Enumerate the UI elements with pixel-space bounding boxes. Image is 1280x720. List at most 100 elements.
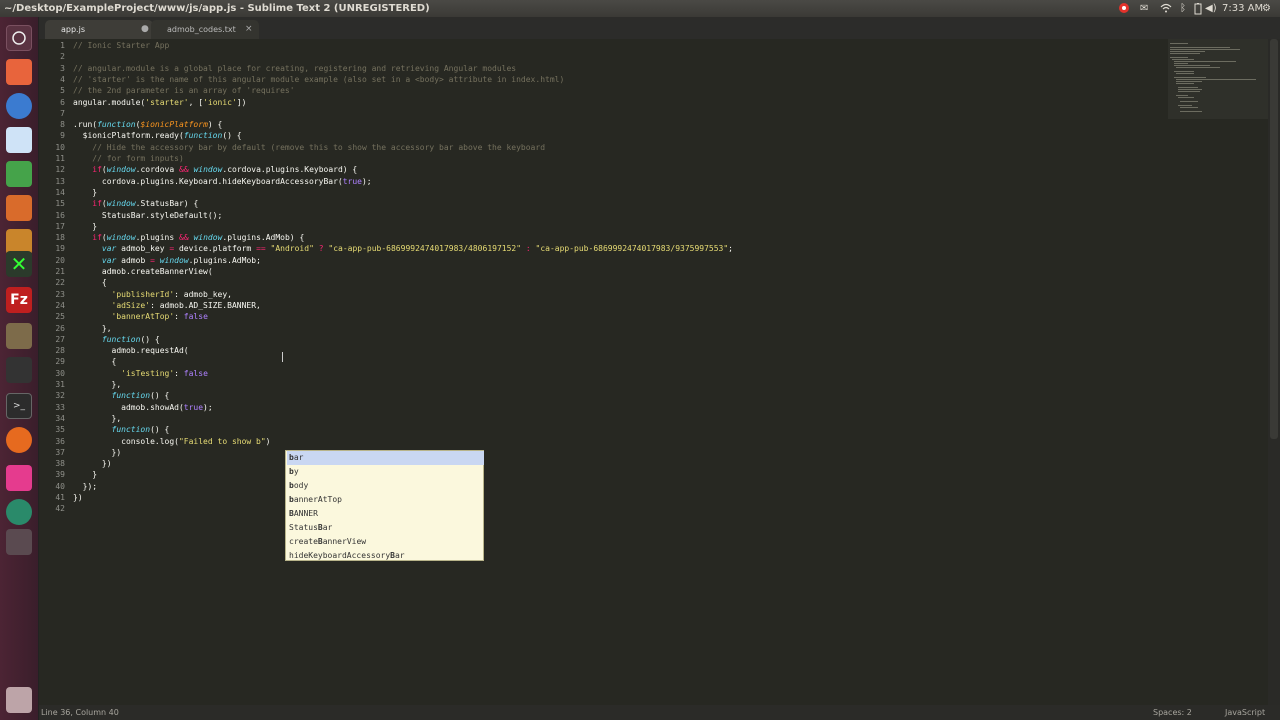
code-line[interactable]: } [73,187,97,198]
status-bar: Line 36, Column 40 Spaces: 2 JavaScript [39,705,1280,720]
code-line[interactable]: 'bannerAtTop': false [73,311,208,322]
line-number: 16 [55,210,65,220]
code-line[interactable]: }, [73,379,122,390]
code-line[interactable]: }); [73,481,97,492]
terminal-icon[interactable]: >_ [6,393,32,419]
tab-bar: app.js ● admob_codes.txt × [39,17,1280,40]
filezilla-icon[interactable]: Fz [6,287,32,313]
code-line[interactable]: // 'starter' is the name of this angular… [73,74,564,85]
code-line[interactable]: }) [73,458,112,469]
code-line[interactable]: if(window.cordova && window.cordova.plug… [73,164,357,175]
code-line[interactable]: } [73,221,97,232]
autocomplete-item[interactable]: BANNER [287,507,484,521]
battery-icon[interactable] [1194,0,1202,17]
settings-gear-icon[interactable]: ⚙ [1262,0,1271,17]
tab-admob-codes[interactable]: admob_codes.txt × [151,20,259,39]
dirty-dot-icon[interactable]: ● [141,20,149,39]
line-number: 29 [55,357,65,367]
line-number: 26 [55,323,65,333]
line-number: 13 [55,176,65,186]
autocomplete-item[interactable]: bar [287,451,484,465]
autocomplete-item[interactable]: createBannerView [287,535,484,549]
line-number: 12 [55,165,65,175]
code-line[interactable]: }) [73,447,122,458]
line-number: 9 [60,131,65,141]
files-icon[interactable] [6,59,32,85]
code-line[interactable]: StatusBar.styleDefault(); [73,210,222,221]
autocomplete-item[interactable]: bannerAtTop [287,493,484,507]
workspace-icon[interactable] [6,529,32,555]
spreadsheet-icon[interactable] [6,161,32,187]
mail-icon[interactable]: ✉ [1140,0,1148,17]
code-line[interactable]: { [73,356,117,367]
text-editor-icon[interactable] [6,127,32,153]
code-line[interactable]: console.log("Failed to show b") [73,436,270,447]
code-line[interactable]: var admob = window.plugins.AdMob; [73,255,261,266]
minimap[interactable] [1168,39,1268,119]
code-line[interactable]: .run(function($ionicPlatform) { [73,119,222,130]
code-line[interactable]: }, [73,323,112,334]
power-record-icon[interactable] [1118,0,1130,17]
code-line[interactable]: 'adSize': admob.AD_SIZE.BANNER, [73,300,261,311]
code-line[interactable]: angular.module('starter', ['ionic']) [73,97,246,108]
close-icon[interactable]: × [245,20,253,39]
code-line[interactable]: // Ionic Starter App [73,40,169,51]
flickr-icon[interactable] [6,465,32,491]
code-line[interactable]: admob.requestAd( [73,345,189,356]
xterm-icon[interactable]: ✕ [6,251,32,277]
autocomplete-item[interactable]: body [287,479,484,493]
window-title: ~/Desktop/ExampleProject/www/js/app.js -… [4,3,430,14]
line-number: 10 [55,142,65,152]
autocomplete-item[interactable]: hideKeyboardAccessoryBar [287,549,484,563]
line-number: 8 [60,120,65,130]
code-line[interactable]: 'publisherId': admob_key, [73,289,232,300]
firefox-icon[interactable] [6,427,32,453]
code-line[interactable]: admob.createBannerView( [73,266,213,277]
code-line[interactable]: }, [73,413,122,424]
clock-time[interactable]: 7:33 AM [1222,0,1263,17]
code-line[interactable]: // angular.module is a global place for … [73,63,516,74]
code-line[interactable]: cordova.plugins.Keyboard.hideKeyboardAcc… [73,176,372,187]
color-app-icon[interactable] [6,499,32,525]
code-line[interactable]: }) [73,492,83,503]
code-line[interactable]: } [73,469,97,480]
autocomplete-popup[interactable]: bar by body bannerAtTop BANNER StatusBar creat… [285,450,484,561]
autocomplete-item[interactable]: StatusBar [287,521,484,535]
code-line[interactable]: if(window.StatusBar) { [73,198,198,209]
code-line[interactable]: // for form inputs) [73,153,184,164]
code-line[interactable]: var admob_key = device.platform == "Andr… [73,243,733,254]
bluetooth-icon[interactable]: ᛒ [1180,0,1186,17]
chromium-icon[interactable] [6,93,32,119]
presentation-icon[interactable] [6,195,32,221]
code-line[interactable]: 'isTesting': false [73,368,208,379]
code-line[interactable]: if(window.plugins && window.plugins.AdMo… [73,232,304,243]
line-number: 30 [55,368,65,378]
tab-app-js[interactable]: app.js ● [45,20,153,39]
autocomplete-item[interactable]: by [287,465,484,479]
line-number: 38 [55,459,65,469]
gimp-icon[interactable] [6,323,32,349]
code-line[interactable]: function() { [73,424,170,435]
dash-icon[interactable] [6,25,32,51]
line-number: 11 [55,154,65,163]
code-line[interactable]: // the 2nd parameter is an array of 'req… [73,85,295,96]
wifi-icon[interactable] [1160,0,1172,17]
scrollbar-thumb[interactable] [1270,39,1278,439]
code-line[interactable]: $ionicPlatform.ready(function() { [73,130,242,141]
network-tool-icon[interactable] [6,357,32,383]
line-number: 37 [55,447,65,457]
code-line[interactable]: function() { [73,390,170,401]
trash-icon[interactable] [6,687,32,713]
code-line[interactable]: function() { [73,334,160,345]
autocomplete-text: Status [289,523,318,532]
autocomplete-text: annerView [322,537,367,546]
cursor-position: Line 36, Column 40 [41,708,119,717]
volume-icon[interactable]: ◀) [1205,0,1217,17]
vertical-scrollbar[interactable] [1268,39,1280,705]
syntax-mode[interactable]: JavaScript [1225,705,1265,720]
indentation-setting[interactable]: Spaces: 2 [1153,705,1192,720]
code-line[interactable]: { [73,277,107,288]
code-editor[interactable]: 1 2 3 4 5 6 7 8 9 10 11 12 13 14 15 16 17 18 19 20 21 22 23 24 2… [39,39,1168,705]
code-line[interactable]: // Hide the accessory bar by default (re… [73,142,545,153]
code-line[interactable]: admob.showAd(true); [73,402,213,413]
